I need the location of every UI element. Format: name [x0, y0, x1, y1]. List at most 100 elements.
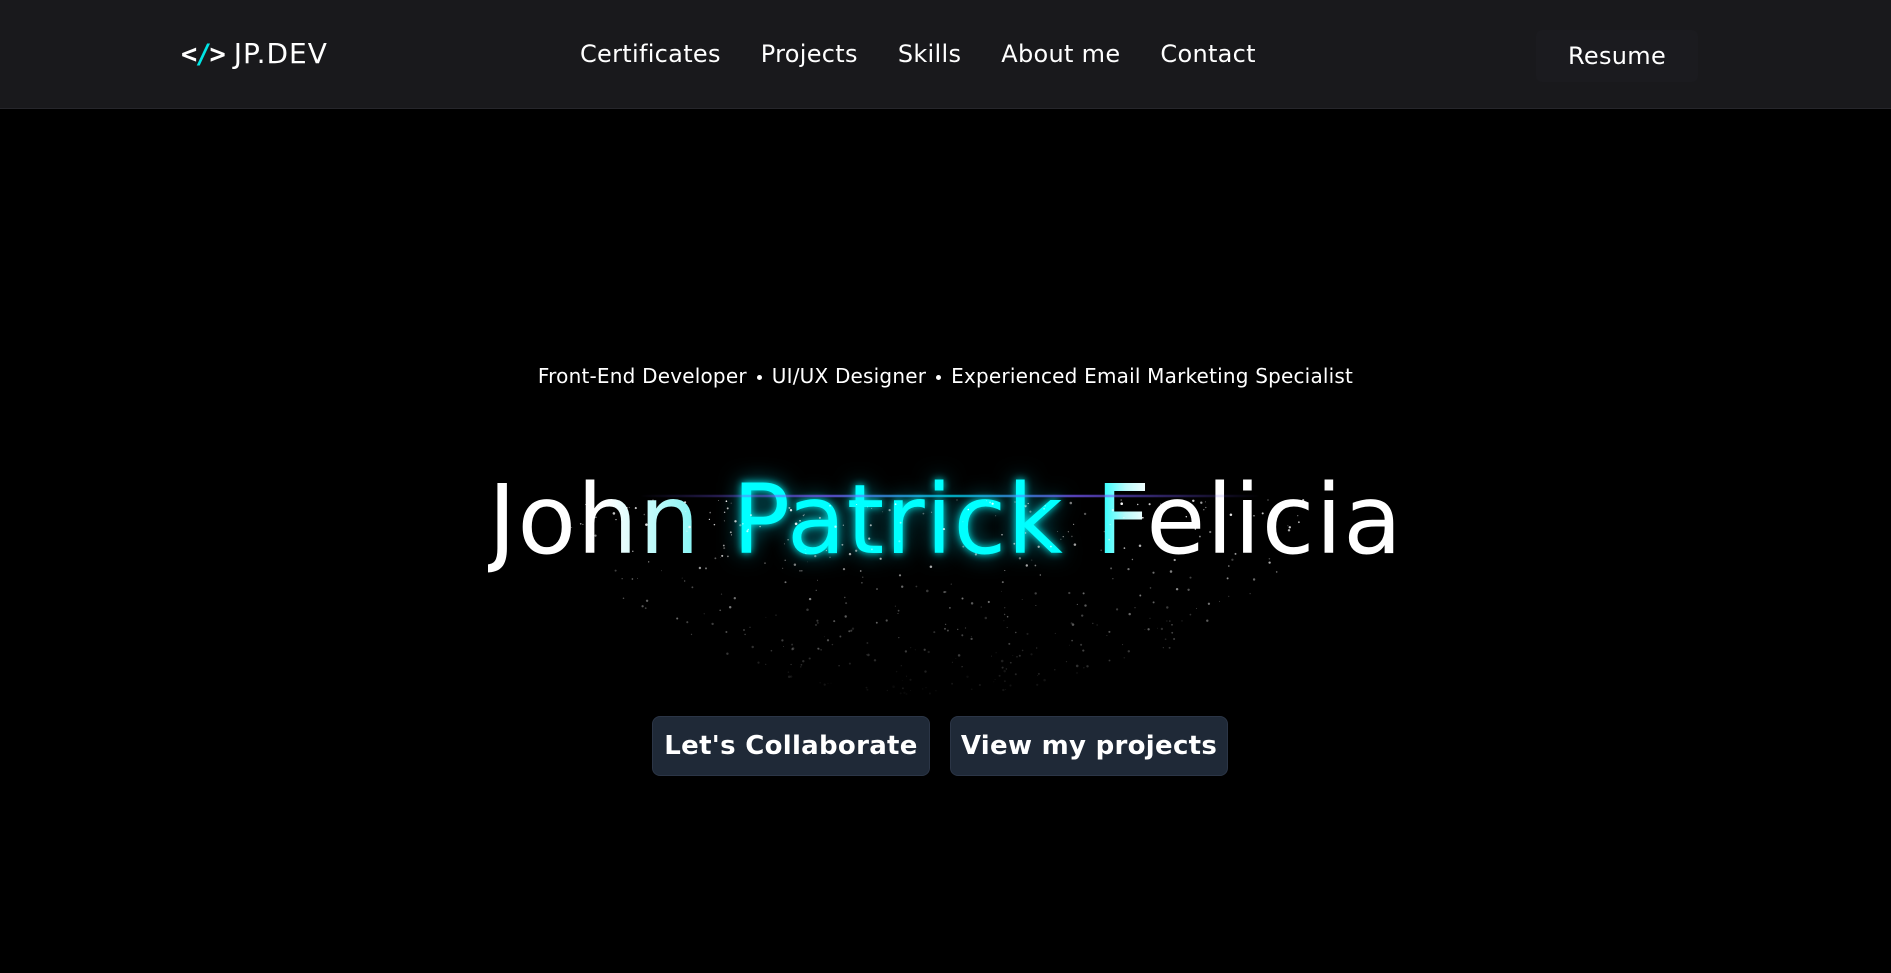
sparkle-particle — [866, 688, 869, 691]
sparkle-particle — [799, 519, 801, 522]
sparkle-particle — [686, 530, 688, 532]
sparkle-particle — [1075, 664, 1079, 668]
sparkle-particle — [1060, 538, 1062, 540]
sparkle-particle — [711, 622, 714, 626]
lets-collaborate-button[interactable]: Let's Collaborate — [652, 716, 930, 776]
sparkle-particle — [1168, 646, 1171, 649]
sparkle-particle — [1175, 587, 1179, 591]
sparkle-particle — [1157, 627, 1159, 629]
nav-link-contact[interactable]: Contact — [1160, 38, 1255, 70]
sparkle-particle — [839, 635, 842, 638]
logo-link[interactable]: </> JP.DEV — [181, 36, 328, 72]
sparkle-particle — [964, 627, 967, 629]
sparkle-particle — [966, 675, 969, 678]
sparkle-particle — [1001, 581, 1004, 584]
sparkle-particle — [1036, 683, 1039, 686]
sparkle-particle — [1004, 569, 1006, 572]
sparkle-particle — [866, 642, 869, 644]
sparkle-particle — [946, 629, 949, 632]
sparkle-particle — [1127, 567, 1130, 571]
sparkle-particle — [823, 636, 825, 638]
sparkle-particle — [935, 690, 937, 692]
sparkle-particle — [793, 563, 797, 567]
sparkle-particle — [899, 692, 902, 695]
sparkle-particle — [800, 569, 803, 572]
sparkle-particle — [1021, 649, 1024, 652]
cta-row: Let's Collaborate View my projects — [652, 716, 1228, 776]
nav-link-projects[interactable]: Projects — [761, 38, 858, 70]
sparkle-particle — [579, 522, 582, 525]
view-projects-button[interactable]: View my projects — [950, 716, 1228, 776]
sparkle-particle — [1228, 595, 1230, 598]
sparkle-particle — [1037, 675, 1039, 677]
sparkle-particle — [865, 654, 868, 656]
sparkle-particle — [1018, 654, 1021, 657]
resume-button[interactable]: Resume — [1536, 30, 1698, 82]
sparkle-particle — [730, 502, 732, 504]
sparkle-particle — [720, 556, 722, 558]
sparkle-particle — [1034, 592, 1037, 595]
sparkle-particle — [885, 619, 888, 622]
sparkle-particle — [943, 591, 946, 594]
sparkle-particle — [962, 545, 965, 548]
sparkle-particle — [1106, 635, 1108, 637]
sparkle-particle — [1006, 626, 1008, 629]
sparkle-particle — [721, 554, 724, 557]
sparkle-particle — [757, 661, 760, 664]
sparkle-particle — [1008, 642, 1011, 645]
sparkle-particle — [645, 599, 649, 602]
sparkle-particle — [1152, 571, 1155, 574]
sparkle-particle — [1166, 606, 1169, 609]
sparkle-particle — [1128, 612, 1131, 616]
sparkle-particle — [1018, 557, 1022, 560]
sparkle-particle — [825, 550, 827, 552]
sparkle-particle — [1287, 529, 1291, 532]
sparkle-particle — [1057, 531, 1059, 532]
sparkle-particle — [690, 633, 693, 636]
sparkle-particle — [1203, 509, 1205, 511]
sparkle-particle — [1024, 532, 1027, 534]
sparkle-particle — [1071, 639, 1073, 642]
sparkle-particle — [961, 597, 964, 600]
sparkle-particle — [861, 581, 863, 584]
sparkle-particle — [765, 663, 767, 666]
hero-section: Front-End Developer UI/UX Designer Experie… — [0, 109, 1891, 973]
sparkle-particle — [808, 657, 811, 660]
sparkle-particle — [898, 540, 901, 543]
sparkle-particle — [927, 650, 930, 654]
sparkle-particle — [882, 511, 884, 513]
sparkle-particle — [1054, 632, 1056, 634]
sparkle-particle — [676, 617, 679, 620]
sparkle-particle — [1103, 530, 1105, 533]
sparkle-particle — [815, 589, 817, 591]
sparkle-particle — [625, 538, 627, 540]
sparkle-particle — [1166, 620, 1168, 622]
sparkle-particle — [1196, 608, 1198, 609]
sparkle-particle — [681, 577, 683, 579]
sparkle-particle — [595, 516, 597, 519]
sparkle-particle — [1189, 613, 1192, 616]
sparkle-particle — [903, 692, 905, 694]
sparkle-particle — [993, 681, 995, 683]
sparkle-particle — [1083, 667, 1085, 669]
sparkle-particle — [1043, 507, 1045, 510]
sparkle-particle — [829, 556, 831, 558]
nav-link-certificates[interactable]: Certificates — [580, 38, 721, 70]
nav-link-skills[interactable]: Skills — [898, 38, 961, 70]
sparkle-particle — [1043, 678, 1046, 682]
sparkle-particle — [862, 576, 864, 578]
sparkle-particle — [726, 555, 729, 558]
sparkle-particle — [1134, 607, 1136, 609]
role-front-end: Front-End Developer — [537, 364, 747, 388]
sparkle-particle — [1167, 523, 1170, 526]
sparkle-particle — [1013, 542, 1016, 545]
sparkle-particle — [1067, 531, 1069, 533]
navbar: </> JP.DEV Certificates Projects Skills … — [0, 0, 1891, 109]
sparkle-particle — [1030, 653, 1033, 656]
sparkle-particle — [648, 561, 650, 563]
sparkle-particle — [730, 534, 733, 536]
sparkle-particle — [1149, 587, 1152, 589]
nav-link-about-me[interactable]: About me — [1001, 38, 1120, 70]
sparkle-particle — [787, 671, 790, 673]
sparkle-particle — [929, 565, 933, 568]
